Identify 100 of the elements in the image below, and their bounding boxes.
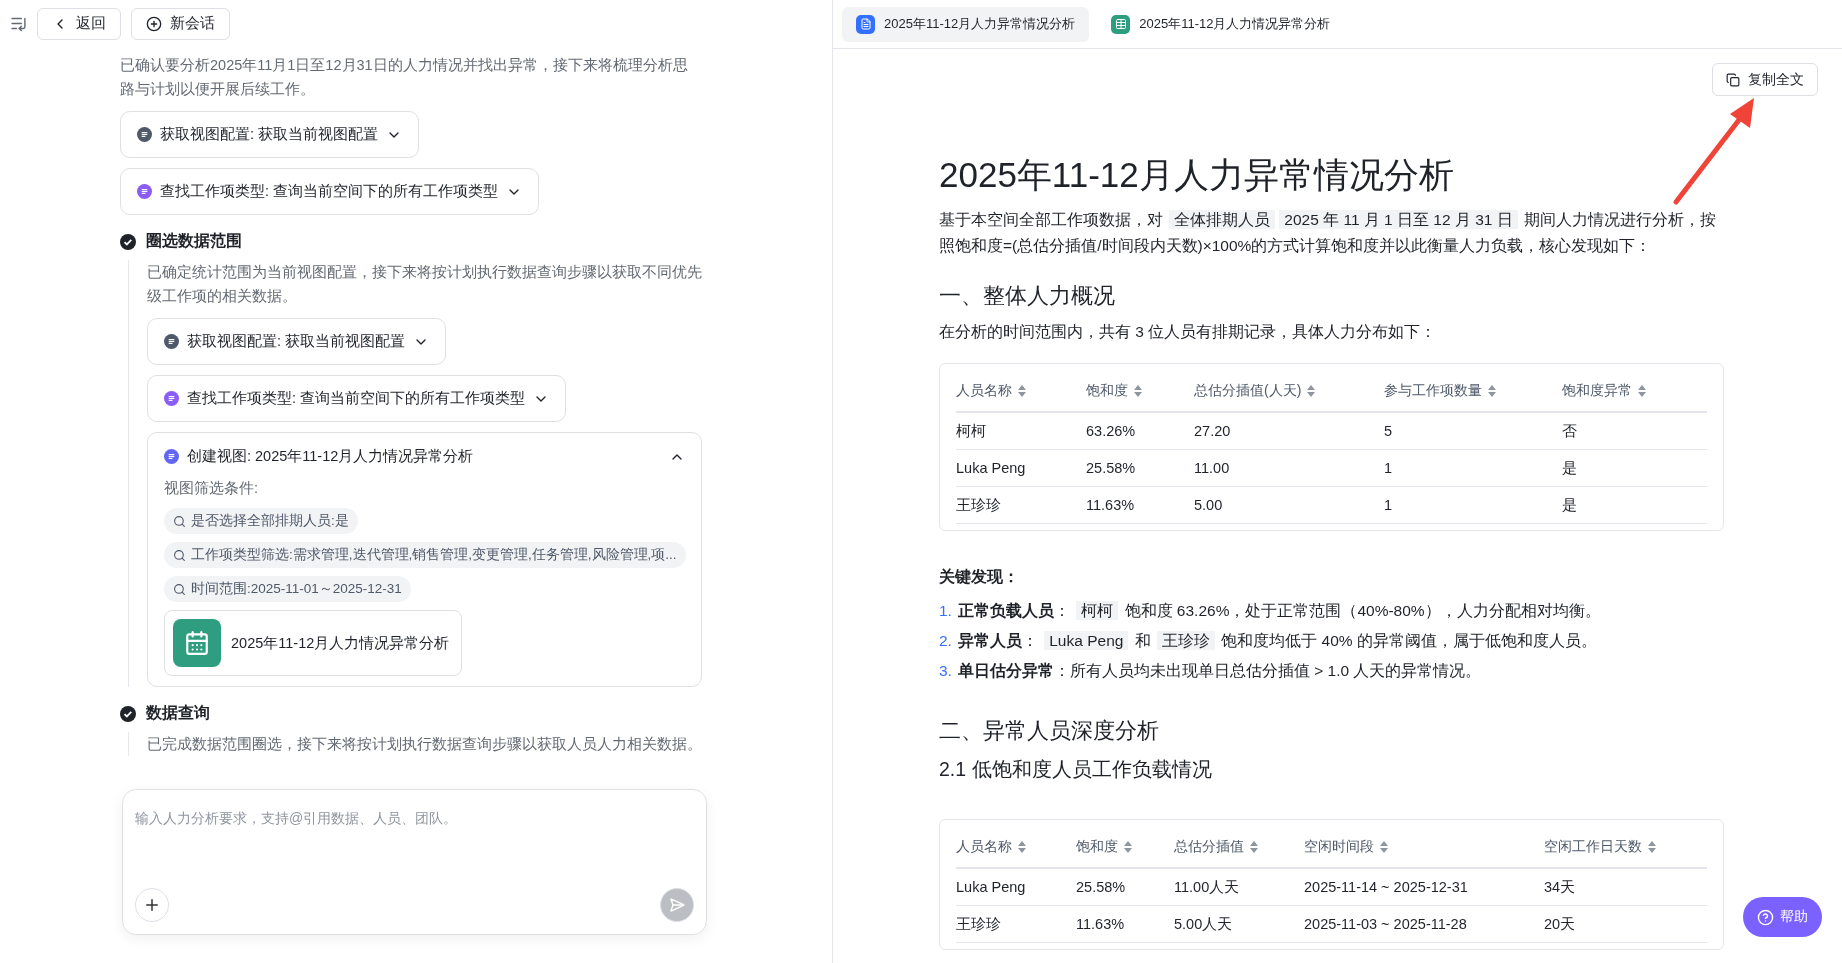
- tool-call-label: 获取视图配置: 获取当前视图配置: [187, 332, 406, 351]
- column-header[interactable]: 总估分插值: [1174, 837, 1304, 856]
- sort-icon: [1124, 840, 1132, 853]
- table-cell-text: 11.00: [1194, 460, 1231, 476]
- table-cell-text: 是: [1562, 458, 1578, 478]
- table-cell-text: 2025-11-03 ~ 2025-11-28: [1304, 916, 1468, 932]
- table-cell-text: 柯柯: [956, 421, 987, 441]
- plus-circle-icon: [146, 15, 162, 32]
- view-card[interactable]: 2025年11-12月人力情况异常分析: [164, 610, 463, 676]
- add-button[interactable]: [135, 888, 169, 922]
- subsection-heading: 2.1 低饱和度人员工作负载情况: [939, 757, 1213, 782]
- column-header[interactable]: 空闲时间段: [1304, 837, 1544, 856]
- search-icon: [173, 514, 186, 528]
- new-chat-button[interactable]: 新会话: [131, 7, 230, 40]
- sort-icon: [1018, 384, 1026, 397]
- help-icon: [1757, 908, 1774, 926]
- settings-tool-icon: [137, 127, 152, 142]
- table-cell-text: 63.26%: [1086, 423, 1137, 439]
- sort-icon: [1488, 384, 1496, 397]
- list-tool-icon: [164, 449, 179, 464]
- tool-call-label: 查找工作项类型: 查询当前空间下的所有工作项类型: [160, 182, 499, 201]
- copy-icon: [1726, 72, 1740, 87]
- search-tool-icon: [164, 391, 179, 406]
- finding-text: 异常人员： Luka Peng 和 王珍珍 饱和度均低于 40% 的异常阈值，属于低饱和度人员。: [957, 630, 1597, 652]
- copy-all-button[interactable]: 复制全文: [1712, 63, 1818, 96]
- list-number: 1.: [939, 601, 952, 621]
- table-cell-text: 1: [1384, 497, 1394, 513]
- message-text: 已确认要分析2025年11月1日至12月31日的人力情况并找出异常，接下来将梳理分析思路与计划以便开展后续工作。: [120, 56, 689, 99]
- plus-icon: [143, 896, 161, 914]
- sort-icon: [1648, 840, 1656, 853]
- table-cell-text: 5: [1384, 423, 1394, 439]
- table-cell-text: 2025-11-14 ~ 2025-12-31: [1304, 879, 1469, 895]
- step-title: 数据查询: [146, 703, 210, 723]
- sort-icon: [1307, 384, 1316, 397]
- help-button[interactable]: 帮助: [1743, 897, 1822, 937]
- table-cell-text: 1: [1384, 460, 1394, 476]
- finding-text: 正常负载人员： 柯柯 饱和度 63.26%，处于正常范围（40%-80%），人力分配相对均衡。: [957, 600, 1601, 622]
- sort-icon: [1250, 840, 1258, 853]
- table-cell-text: 25.58%: [1086, 460, 1137, 476]
- document-title: 2025年11-12月人力异常情况分析: [939, 154, 1455, 196]
- view-card-title: 2025年11-12月人力情况异常分析: [231, 633, 450, 653]
- step-title: 圈选数据范围: [146, 231, 242, 251]
- document-tab[interactable]: 2025年11-12月人力情况异常分析: [1097, 6, 1345, 42]
- settings-tool-icon: [164, 334, 179, 349]
- findings-title: 关键发现：: [939, 567, 1020, 587]
- tool-call-label: 查找工作项类型: 查询当前空间下的所有工作项类型: [187, 389, 526, 408]
- column-header[interactable]: 总估分插值(人天): [1194, 381, 1384, 400]
- column-header[interactable]: 饱和度: [1076, 837, 1174, 856]
- section-text: 在分析的时间范围内，共有 3 位人员有排期记录，具体人力分布如下：: [939, 322, 1438, 342]
- list-number: 2.: [939, 631, 952, 651]
- document-tab[interactable]: 2025年11-12月人力异常情况分析: [842, 6, 1090, 42]
- table-cell-text: 11.63%: [1076, 916, 1126, 932]
- table-cell-text: 5.00人天: [1174, 914, 1234, 934]
- column-header[interactable]: 参与工作项数量: [1384, 381, 1562, 400]
- table-cell-text: 25.58%: [1076, 879, 1127, 895]
- tool-call-card[interactable]: 查找工作项类型: 查询当前空间下的所有工作项类型: [147, 375, 567, 422]
- message-input[interactable]: 输入人力分析要求，支持@引用数据、人员、团队。: [135, 802, 694, 834]
- filter-chip: 工作项类型筛选:需求管理,迭代管理,销售管理,变更管理,任务管理,风险管理,项...: [164, 542, 686, 568]
- column-header[interactable]: 饱和度异常: [1562, 381, 1707, 400]
- filter-label: 视图筛选条件:: [164, 479, 260, 498]
- table-cell-text: 王珍珍: [956, 914, 1002, 934]
- table-cell-text: 34天: [1544, 877, 1577, 897]
- section-heading: 二、异常人员深度分析: [939, 717, 1160, 745]
- tool-call-card[interactable]: 创建视图: 2025年11-12月人力情况异常分析 视图筛选条件: 是否选择全部排期人员:是 工作项类型筛选:需求管理,迭代管理,销售管理,变更管理,任务管理,风险管理,项... 时间范围:2025-11-01～2025-12-31 2025年11-12月人力情况异常分析: [147, 432, 702, 687]
- table-cell-text: 11.63%: [1086, 497, 1136, 513]
- document-icon: [856, 14, 875, 34]
- chat-input[interactable]: 输入人力分析要求，支持@引用数据、人员、团队。: [122, 789, 707, 935]
- table-cell-text: 20天: [1544, 914, 1577, 934]
- sort-icon: [1018, 840, 1026, 853]
- finding-text: 单日估分异常：所有人员均未出现单日总估分插值 > 1.0 人天的异常情况。: [957, 661, 1482, 681]
- tool-call-card[interactable]: 获取视图配置: 获取当前视图配置: [147, 318, 447, 365]
- table-cell-text: 11.00人天: [1174, 877, 1241, 897]
- search-icon: [173, 582, 186, 596]
- column-header[interactable]: 饱和度: [1086, 381, 1194, 400]
- sort-icon: [1380, 840, 1388, 853]
- send-icon: [669, 897, 685, 913]
- table-icon: [1111, 14, 1131, 34]
- step-text: 已确定统计范围为当前视图配置，接下来将按计划执行数据查询步骤以获取不同优先级工作项的相关数据。: [147, 263, 702, 306]
- table-cell-text: 王珍珍: [956, 495, 1002, 515]
- table-cell-text: 5.00: [1194, 497, 1224, 513]
- sidebar-toggle-icon[interactable]: [10, 15, 27, 32]
- table-cell-text: Luka Peng: [956, 879, 1027, 895]
- filter-chip: 时间范围:2025-11-01～2025-12-31: [164, 576, 411, 602]
- tool-call-card[interactable]: 查找工作项类型: 查询当前空间下的所有工作项类型: [120, 168, 540, 215]
- sort-icon: [1638, 384, 1646, 397]
- step-text: 已完成数据范围圈选，接下来将按计划执行数据查询步骤以获取人员人力相关数据。: [147, 735, 702, 754]
- table-cell-text: 否: [1562, 421, 1578, 441]
- intro-paragraph: 基于本空间全部工作项数据，对 全体排期人员 2025 年 11 月 1 日至 12 月 31 日 期间人力情况进行分析，按照饱和度=(总估分插值/时间段内天数)×100%的方式计算饱和度并以此衡量人力负载，核心发现如下：: [939, 209, 1718, 256]
- tool-call-label: 创建视图: 2025年11-12月人力情况异常分析: [187, 447, 475, 466]
- section-heading: 一、整体人力概况: [939, 282, 1116, 310]
- tool-call-label: 获取视图配置: 获取当前视图配置: [160, 125, 379, 144]
- tool-call-card[interactable]: 获取视图配置: 获取当前视图配置: [120, 111, 420, 158]
- list-number: 3.: [939, 661, 952, 681]
- table-cell-text: Luka Peng: [956, 460, 1027, 476]
- table-cell-text: 27.20: [1194, 423, 1232, 439]
- column-header[interactable]: 空闲工作日天数: [1544, 837, 1707, 856]
- filter-chip: 是否选择全部排期人员:是: [164, 508, 358, 534]
- column-header[interactable]: 人员名称: [956, 381, 1086, 400]
- column-header[interactable]: 人员名称: [956, 837, 1076, 856]
- back-button[interactable]: 返回: [37, 7, 121, 40]
